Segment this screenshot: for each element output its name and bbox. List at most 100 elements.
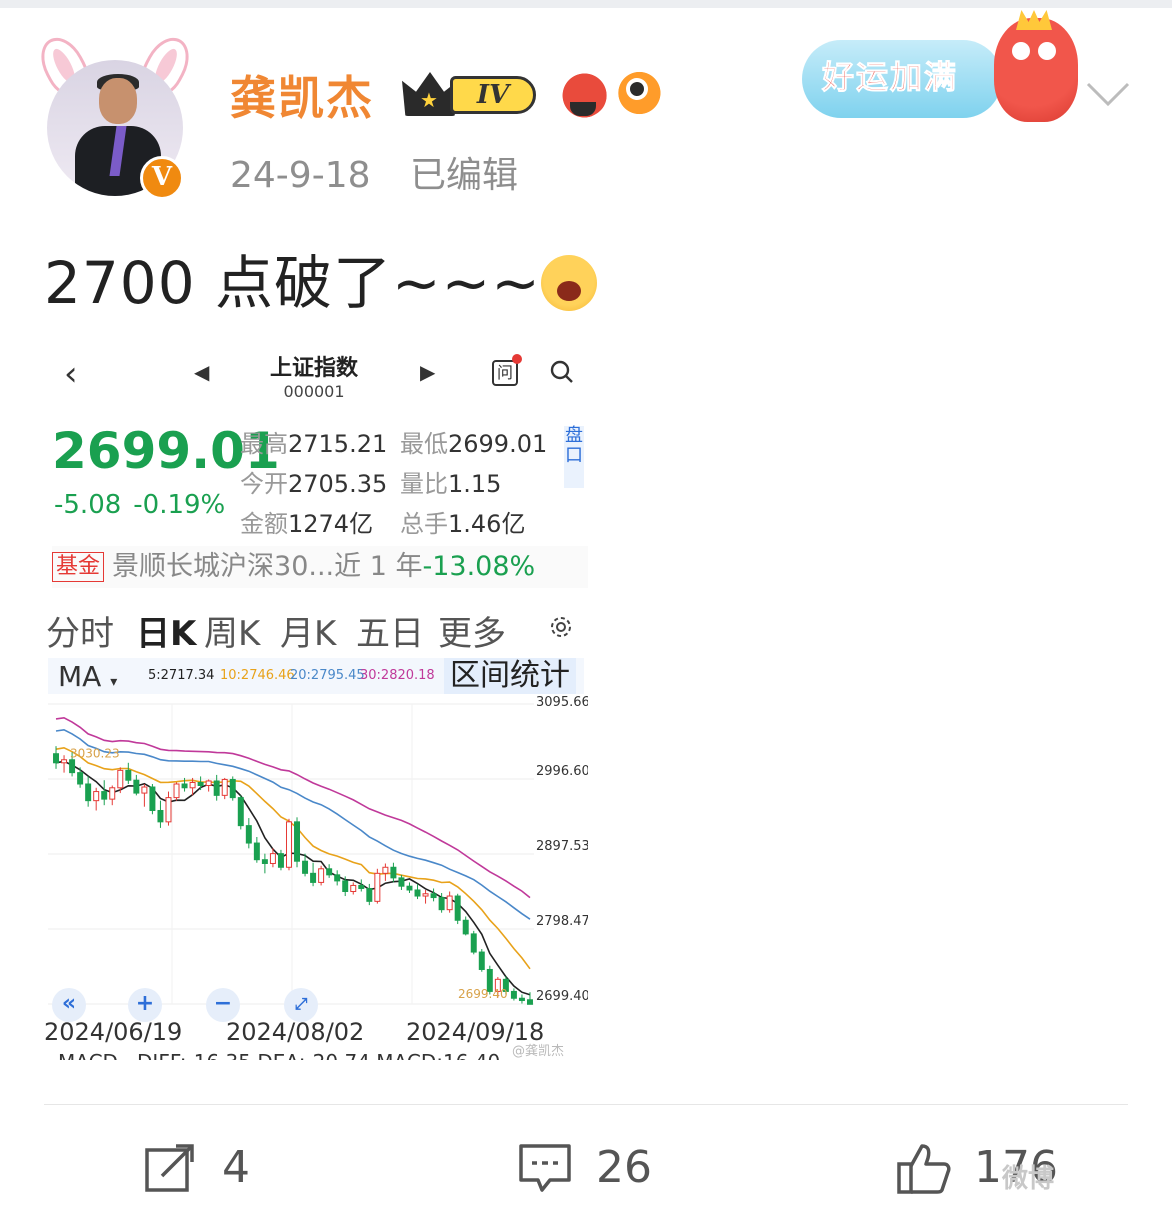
ma10-value: 10:2746.46 <box>220 668 295 683</box>
ma-line-ma10 <box>55 746 531 970</box>
rewind-icon[interactable]: « <box>52 988 86 1022</box>
tab-five-day[interactable]: 五日 <box>356 606 424 655</box>
tab-more[interactable]: 更多 <box>438 606 506 655</box>
interval-stats-button[interactable]: 区间统计 <box>444 658 576 694</box>
tab-intraday[interactable]: 分时 <box>46 606 114 655</box>
candle-body <box>85 783 92 802</box>
candle-body <box>302 860 309 874</box>
zoom-in-icon[interactable]: + <box>128 988 162 1022</box>
candle-body <box>390 866 397 879</box>
fund-banner[interactable]: 基金 景顺长城沪深30...近 1 年-13.08% <box>52 546 588 588</box>
candle-body <box>165 797 172 823</box>
kline-chart[interactable]: 3095.66 2996.60 2897.53 2798.47 2699.40 3030.… <box>44 694 588 1044</box>
action-divider <box>44 1104 1128 1105</box>
stock-screenshot[interactable]: ‹ ◀ 上证指数 000001 ▶ 问 2699.01 -5.08 -0.19% … <box>44 340 588 1060</box>
stat-volume-ratio: 量比1.15 <box>400 470 502 498</box>
candle-body <box>237 797 244 827</box>
candle-body <box>125 769 132 781</box>
username[interactable]: 龚凯杰 <box>230 62 374 128</box>
candle-body <box>197 781 204 787</box>
rooster-badge-icon[interactable] <box>556 68 608 118</box>
y-tick-label: 2798.47 <box>536 914 588 929</box>
candle-body <box>133 779 140 794</box>
candle-body <box>141 786 148 794</box>
chevron-down-icon[interactable] <box>1084 70 1132 118</box>
comment-icon <box>519 1144 571 1192</box>
stock-title: 上证指数 <box>269 356 358 381</box>
candle-body <box>229 778 236 799</box>
candle-body <box>366 887 373 902</box>
candle-body <box>53 753 60 764</box>
candle-body <box>470 933 477 953</box>
tab-daily-k[interactable]: 日K <box>136 606 196 663</box>
change-value: -5.08 <box>54 490 122 520</box>
level-badge: IV <box>450 76 536 114</box>
y-tick-label: 3095.66 <box>536 695 588 710</box>
prev-stock-icon[interactable]: ◀ <box>194 360 209 384</box>
tab-monthly-k[interactable]: 月K <box>280 606 336 655</box>
candle-body <box>350 884 357 892</box>
candle-body <box>181 783 188 789</box>
candle-body <box>253 842 260 861</box>
candle-body <box>269 853 276 864</box>
vip-crown-badge[interactable]: ★ IV <box>402 68 538 118</box>
candle-body <box>189 781 196 789</box>
candle-body <box>438 897 445 911</box>
candle-body <box>510 990 517 999</box>
repost-count: 4 <box>222 1142 250 1193</box>
avatar[interactable]: V <box>32 30 198 201</box>
date-mid: 2024/08/02 <box>226 1018 365 1046</box>
candle-body <box>101 791 108 800</box>
stock-nav-bar: ‹ ◀ 上证指数 000001 ▶ 问 <box>44 340 588 410</box>
fund-name: 景顺长城沪深30...近 1 年 <box>112 551 423 582</box>
candle-body <box>93 791 100 802</box>
candle-body <box>277 853 284 868</box>
candle-body <box>430 893 437 899</box>
tab-weekly-k[interactable]: 周K <box>204 606 260 655</box>
stat-amount: 金额1274亿 <box>240 510 374 538</box>
fish-badge-icon[interactable] <box>616 68 668 118</box>
candle-body <box>422 893 429 897</box>
next-stock-icon[interactable]: ▶ <box>420 360 435 384</box>
zoom-out-icon[interactable]: − <box>206 988 240 1022</box>
ma-line-ma5 <box>55 760 531 996</box>
high-annotation: 3030.23 <box>70 747 120 761</box>
ma-legend-bar: MA ▾ 5:2717.34 10:2746.46 20:2795.45 30:… <box>48 658 584 694</box>
candle-body <box>358 884 365 889</box>
candle-body <box>77 772 84 785</box>
fund-tag: 基金 <box>52 552 105 582</box>
y-tick-label: 2699.40 <box>536 989 588 1004</box>
search-icon[interactable] <box>550 360 574 384</box>
chart-period-tabs: 分时 日K 周K 月K 五日 更多 <box>44 602 588 663</box>
post-text: 2700 点破了~~~ <box>44 236 597 320</box>
back-icon[interactable]: ‹ <box>64 354 78 394</box>
macd-label-partial: MACD · DIFF:-16.35 DEA:-20.74 MACD:16.40 <box>58 1050 500 1060</box>
candle-body <box>157 809 164 823</box>
post-date: 24-9-18 <box>230 155 371 196</box>
ma5-value: 5:2717.34 <box>148 668 215 683</box>
ma-selector[interactable]: MA ▾ <box>58 660 117 693</box>
gear-icon[interactable] <box>548 614 574 640</box>
top-status-strip <box>0 0 1172 8</box>
candle-body <box>221 778 228 796</box>
ask-icon[interactable]: 问 <box>492 354 522 386</box>
fund-return: -13.08% <box>422 551 536 582</box>
fullscreen-icon[interactable]: ⤢ <box>284 988 318 1022</box>
date-start: 2024/06/19 <box>44 1018 183 1046</box>
candle-body <box>69 759 76 774</box>
banner-text: 好运加满 <box>821 58 959 97</box>
candle-body <box>398 877 405 887</box>
candle-body <box>382 866 389 874</box>
y-tick-label: 2897.53 <box>536 839 588 854</box>
candle-body <box>518 997 525 1002</box>
candle-body <box>261 859 268 864</box>
good-luck-banner[interactable]: 好运加满 <box>796 18 1078 128</box>
pankou-button[interactable]: 盘口 <box>564 426 584 488</box>
post-meta: 24-9-18 已编辑 <box>230 146 546 198</box>
comment-count: 26 <box>596 1142 652 1193</box>
candle-body <box>205 780 212 787</box>
star-icon: ★ <box>420 88 438 112</box>
candle-body <box>374 872 381 902</box>
edited-label: 已编辑 <box>409 155 518 196</box>
stock-code: 000001 <box>283 382 345 401</box>
